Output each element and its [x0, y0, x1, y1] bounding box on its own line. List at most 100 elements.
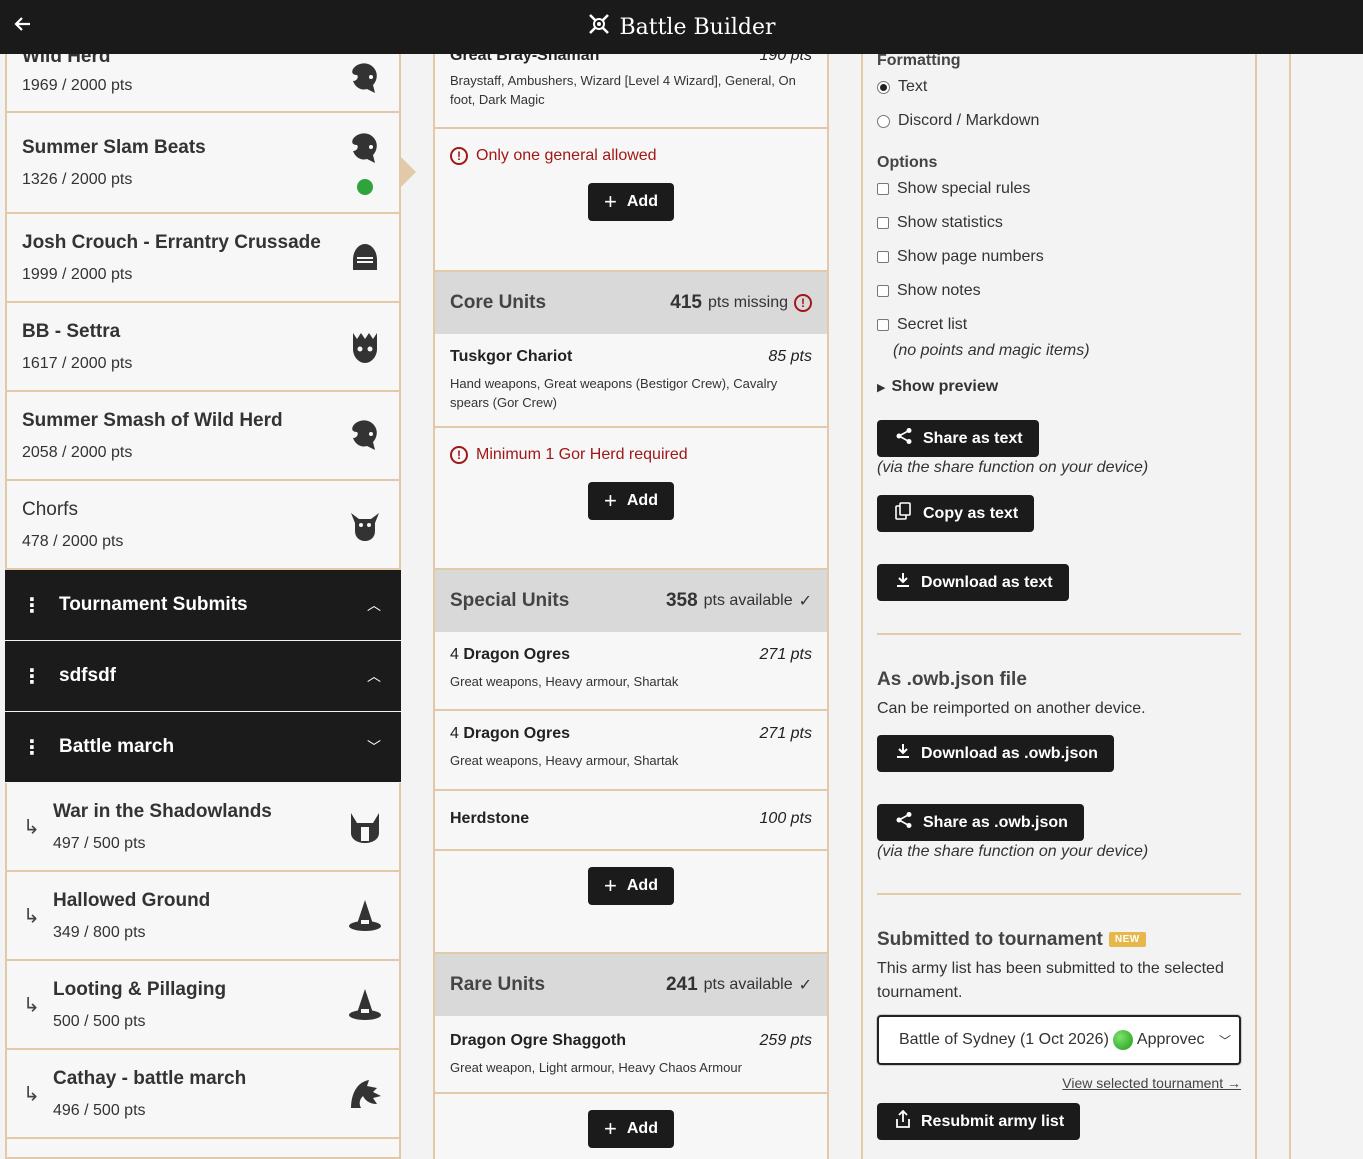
- tournament-description: This army list has been submitted to the…: [877, 960, 1224, 1001]
- show-page-numbers-checkbox[interactable]: Show page numbers: [877, 240, 1241, 274]
- add-unit-button[interactable]: + Add: [588, 1110, 674, 1148]
- triangle-right-icon: ▶: [877, 382, 886, 394]
- show-notes-checkbox[interactable]: Show notes: [877, 274, 1241, 308]
- plus-icon: +: [604, 189, 617, 214]
- checkbox[interactable]: [877, 217, 889, 229]
- radio-label: Discord / Markdown: [898, 112, 1040, 129]
- copy-as-text-button[interactable]: Copy as text: [877, 495, 1035, 532]
- more-vertical-icon[interactable]: ⋮: [5, 664, 59, 689]
- share-note: (via the share function on your device): [877, 459, 1149, 476]
- download-as-text-button[interactable]: Download as text: [877, 564, 1069, 601]
- share-as-text-button[interactable]: Share as text: [877, 420, 1039, 457]
- list-item[interactable]: ↳ Hallowed Ground 349 / 800 pts: [5, 872, 401, 961]
- list-item[interactable]: ↳ War in the Shadowlands 497 / 500 pts: [5, 783, 401, 872]
- show-preview-label: Show preview: [891, 378, 999, 395]
- list-item[interactable]: [5, 1139, 401, 1159]
- section-points-label: pts available: [703, 592, 793, 609]
- army-name: War in the Shadowlands: [53, 801, 272, 822]
- select-value: Battle of Sydney (1 Oct 2026): [899, 1031, 1109, 1048]
- plus-icon: +: [604, 873, 617, 898]
- unit-row[interactable]: Dragon Ogre Shaggoth 259 pts Great weapo…: [435, 1016, 827, 1094]
- list-item[interactable]: Chorfs 478 / 2000 pts: [5, 481, 401, 570]
- error-text: Minimum 1 Gor Herd required: [476, 446, 688, 463]
- download-owb-button[interactable]: Download as .owb.json: [877, 735, 1114, 772]
- right-edge-border: [1289, 54, 1291, 1159]
- more-vertical-icon[interactable]: ⋮: [5, 735, 59, 760]
- show-special-rules-checkbox[interactable]: Show special rules: [877, 172, 1241, 206]
- beastmen-icon: [345, 59, 385, 99]
- unit-name: Tuskgor Chariot: [450, 348, 573, 365]
- secret-list-checkbox[interactable]: Secret list: [877, 308, 1241, 342]
- checkbox[interactable]: [877, 251, 889, 263]
- radio-label: Text: [898, 78, 928, 95]
- unit-points: 259 pts: [759, 1032, 812, 1049]
- formatting-label: Formatting: [877, 54, 961, 69]
- section-points-label: pts missing: [707, 294, 788, 311]
- chevron-up-icon[interactable]: ︿: [367, 666, 381, 686]
- radio-unchecked[interactable]: [877, 114, 890, 128]
- checkbox[interactable]: [877, 285, 889, 297]
- list-item[interactable]: Josh Crouch - Errantry Crussade 1999 / 2…: [5, 214, 401, 303]
- button-label: Share as text: [923, 429, 1023, 447]
- list-item[interactable]: ↳ Looting & Pillaging 500 / 500 pts: [5, 961, 401, 1050]
- army-name: Summer Slam Beats: [22, 137, 206, 158]
- format-text-radio[interactable]: Text: [877, 70, 1241, 104]
- select-status: Approvec: [1136, 1031, 1205, 1048]
- error-text: Only one general allowed: [476, 147, 657, 164]
- army-points: 2058 / 2000 pts: [22, 444, 133, 461]
- button-label: Resubmit army list: [921, 1112, 1065, 1130]
- chevron-up-icon[interactable]: ︿: [367, 595, 381, 615]
- unit-row[interactable]: Tuskgor Chariot 85 pts Hand weapons, Gre…: [435, 334, 827, 428]
- tournament-title-text: Submitted to tournament: [877, 929, 1103, 950]
- check-icon: ✓: [798, 977, 812, 994]
- list-item[interactable]: Summer Slam Beats 1326 / 2000 pts: [5, 113, 401, 214]
- beastmen-icon: [345, 416, 385, 456]
- army-points: 500 / 500 pts: [53, 1013, 146, 1030]
- checkbox[interactable]: [877, 183, 889, 195]
- tournament-title: Submitted to tournament NEW: [877, 929, 1241, 951]
- view-tournament-link[interactable]: View selected tournament →: [1062, 1075, 1241, 1091]
- list-item[interactable]: BB - Settra 1617 / 2000 pts: [5, 303, 401, 392]
- radio-checked[interactable]: [877, 80, 890, 94]
- add-unit-button[interactable]: + Add: [588, 867, 674, 905]
- unit-name: Dragon Ogre Shaggoth: [450, 1032, 626, 1049]
- checkbox[interactable]: [877, 319, 889, 331]
- army-points: 1617 / 2000 pts: [22, 355, 133, 372]
- unit-options: Great weapons, Heavy armour, Shartak: [450, 674, 679, 689]
- unit-row[interactable]: 4 Dragon Ogres 271 pts Great weapons, He…: [435, 711, 827, 791]
- unit-options: Great weapon, Light armour, Heavy Chaos …: [450, 1060, 742, 1075]
- unit-row[interactable]: Great Bray-Shaman 190 pts Braystaff, Amb…: [435, 54, 827, 129]
- list-item[interactable]: ↳ Cathay - battle march 496 / 500 pts: [5, 1050, 401, 1139]
- plus-icon: +: [604, 1116, 617, 1141]
- section-core-units: Core Units 415 pts missing!: [435, 272, 827, 334]
- army-points: 497 / 500 pts: [53, 835, 146, 852]
- unit-row[interactable]: Herdstone 100 pts: [435, 791, 827, 851]
- arrow-left-icon[interactable]: [8, 12, 38, 42]
- folder-name: Tournament Submits: [59, 594, 248, 615]
- new-badge: NEW: [1108, 932, 1146, 948]
- folder-battle-march[interactable]: ⋮ Battle march ﹀: [5, 712, 401, 783]
- unit-row[interactable]: 4 Dragon Ogres 271 pts Great weapons, He…: [435, 632, 827, 711]
- list-item[interactable]: Wild Herd 1969 / 2000 pts: [5, 54, 401, 113]
- add-label: Add: [626, 193, 658, 210]
- folder-sdfsdf[interactable]: ⋮ sdfsdf ︿: [5, 641, 401, 712]
- chevron-down-icon[interactable]: ﹀: [367, 737, 381, 757]
- show-statistics-checkbox[interactable]: Show statistics: [877, 206, 1241, 240]
- resubmit-button[interactable]: Resubmit army list: [877, 1103, 1081, 1140]
- army-name: Wild Herd: [22, 54, 111, 67]
- unit-name: Dragon Ogres: [463, 725, 571, 742]
- share-owb-button[interactable]: Share as .owb.json: [877, 804, 1084, 841]
- folder-tournament-submits[interactable]: ⋮ Tournament Submits ︿: [5, 570, 401, 641]
- army-name: BB - Settra: [22, 321, 121, 342]
- list-item[interactable]: Summer Smash of Wild Herd 2058 / 2000 pt…: [5, 392, 401, 481]
- add-unit-button[interactable]: + Add: [588, 183, 674, 221]
- owb-description: Can be reimported on another device.: [877, 700, 1146, 717]
- unit-options: Great weapons, Heavy armour, Shartak: [450, 753, 679, 768]
- green-circle-icon: [1112, 1030, 1133, 1050]
- tournament-select[interactable]: Battle of Sydney (1 Oct 2026) Approvec ﹀: [877, 1015, 1241, 1065]
- format-discord-radio[interactable]: Discord / Markdown: [877, 104, 1241, 138]
- folder-name: sdfsdf: [59, 665, 116, 686]
- show-preview-toggle[interactable]: ▶ Show preview: [877, 378, 1241, 396]
- more-vertical-icon[interactable]: ⋮: [5, 593, 59, 618]
- add-unit-button[interactable]: + Add: [588, 482, 674, 520]
